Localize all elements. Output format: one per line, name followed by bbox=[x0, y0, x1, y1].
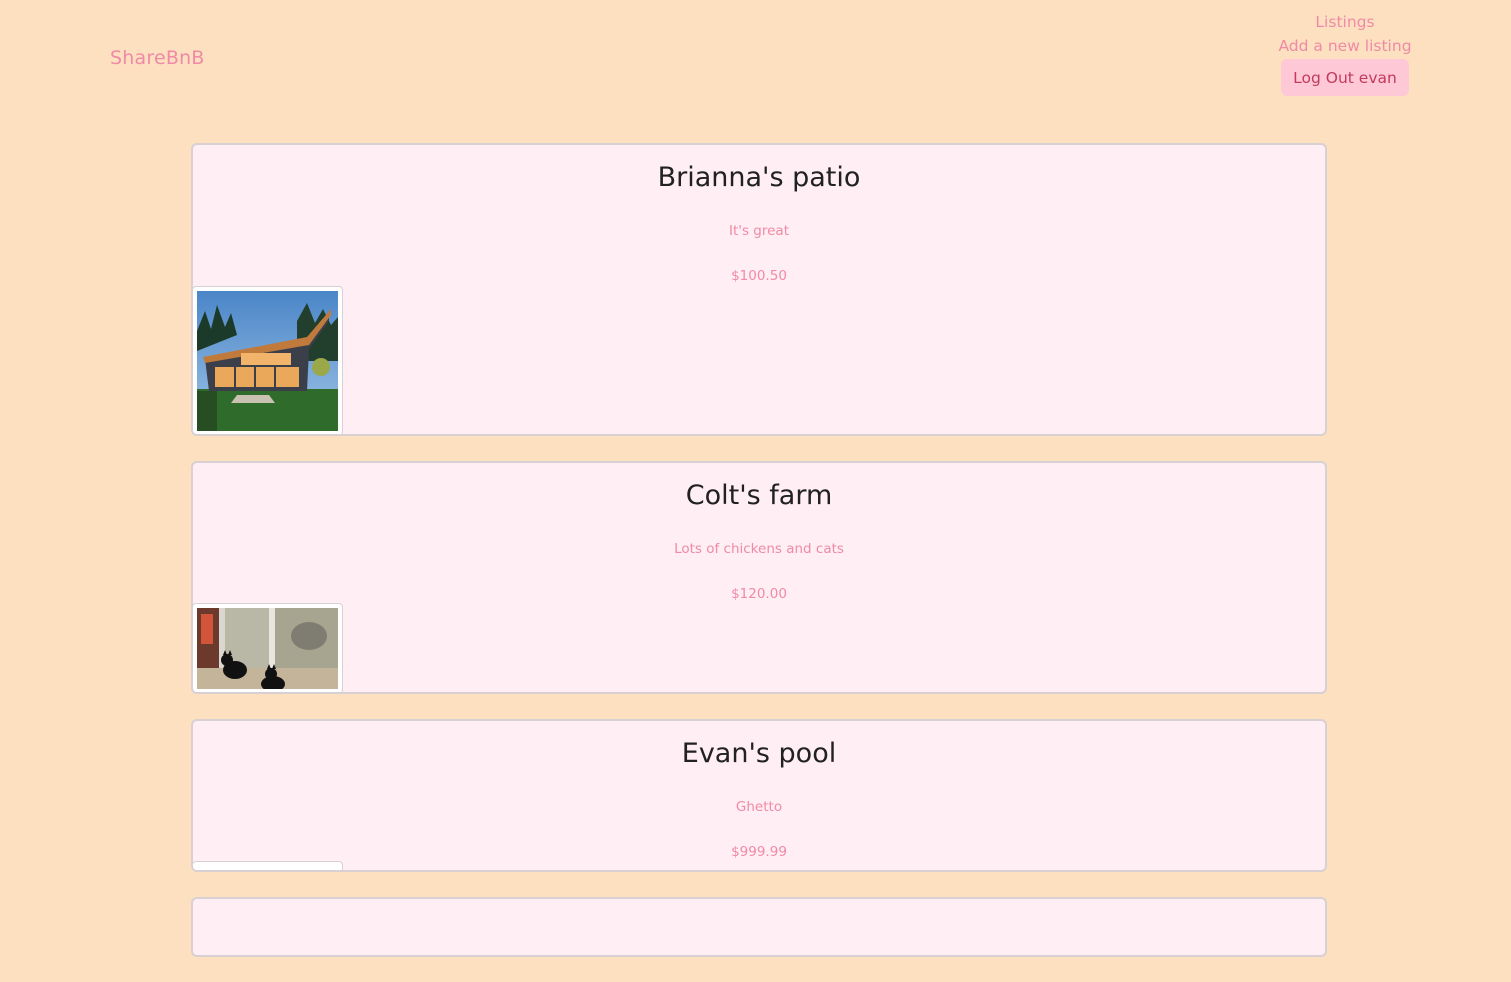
listing-card[interactable]: Evan's pool Ghetto $999.99 bbox=[191, 719, 1327, 872]
house-photo-icon bbox=[197, 291, 338, 431]
nav-menu: Listings Add a new listing Log Out evan bbox=[1278, 10, 1412, 96]
listing-price: $100.50 bbox=[731, 268, 787, 284]
listing-thumbnail[interactable] bbox=[193, 603, 343, 692]
listing-price: $999.99 bbox=[731, 844, 787, 860]
broken-image-icon[interactable] bbox=[193, 861, 343, 870]
nav-listings-link[interactable]: Listings bbox=[1315, 10, 1374, 34]
listing-price: $120.00 bbox=[731, 586, 787, 602]
listing-card[interactable]: Brianna's patio It's great $100.50 bbox=[191, 143, 1327, 436]
listing-card[interactable]: Colt's farm Lots of chickens and cats $1… bbox=[191, 461, 1327, 694]
listing-description: Lots of chickens and cats bbox=[674, 541, 844, 557]
listing-thumbnail[interactable] bbox=[193, 286, 343, 434]
listing-title: Brianna's patio bbox=[657, 162, 861, 193]
listing-title: Colt's farm bbox=[685, 480, 833, 511]
listing-description: Ghetto bbox=[735, 799, 783, 815]
listings-list: Brianna's patio It's great $100.50 Colt'… bbox=[191, 143, 1327, 982]
top-navbar: ShareBnB Listings Add a new listing Log … bbox=[0, 0, 1511, 130]
listing-description: It's great bbox=[728, 223, 789, 239]
logout-button[interactable]: Log Out evan bbox=[1281, 59, 1409, 96]
cats-photo-icon bbox=[197, 608, 338, 689]
nav-add-listing-link[interactable]: Add a new listing bbox=[1278, 34, 1411, 58]
listing-title: Evan's pool bbox=[681, 738, 837, 769]
brand-logo-link[interactable]: ShareBnB bbox=[110, 47, 205, 69]
listing-card[interactable] bbox=[191, 897, 1327, 957]
